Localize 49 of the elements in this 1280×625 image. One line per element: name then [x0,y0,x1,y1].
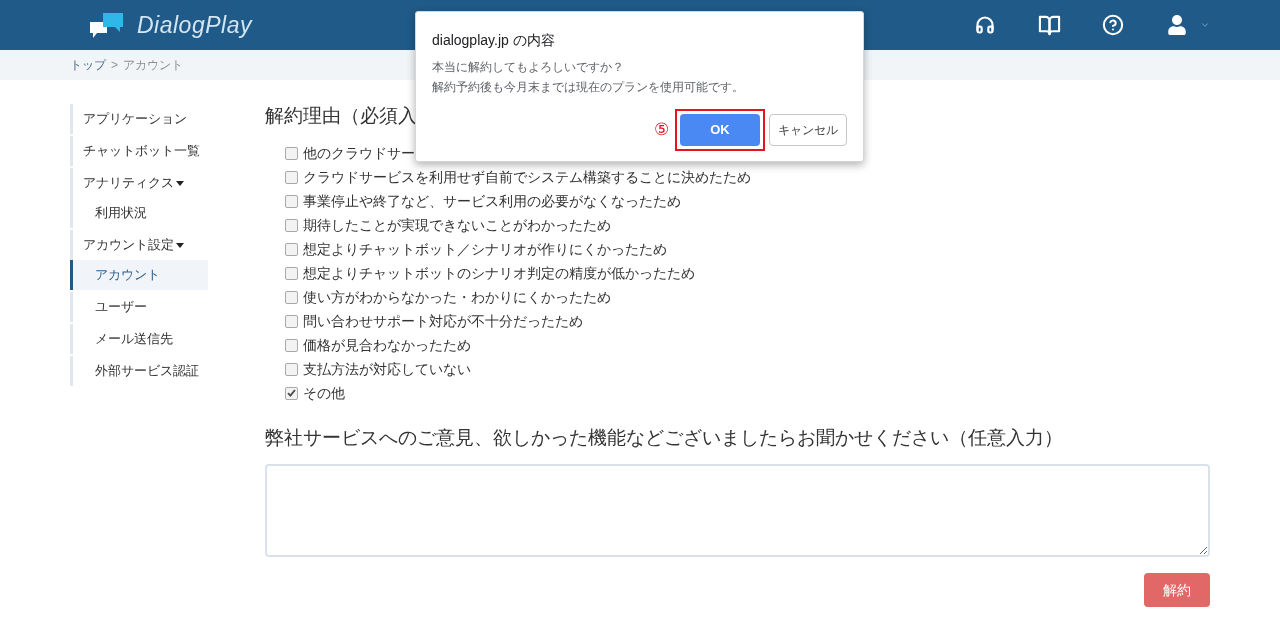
book-icon [1037,13,1061,37]
checkbox[interactable] [285,314,298,328]
checkbox-label: 他のクラウドサー [303,143,415,163]
checkbox[interactable] [285,194,298,208]
checkbox-label: 期待したことが実現できないことがわかったため [303,215,611,235]
checkbox[interactable] [285,218,298,232]
chevron-down-icon [1200,20,1210,30]
sidebar-item[interactable]: アカウント [70,260,208,290]
checkbox-label: 価格が見合わなかったため [303,335,471,355]
breadcrumb-link[interactable]: トップ [70,56,106,74]
logo-icon [90,12,123,38]
checkbox[interactable] [285,386,298,400]
check-icon [287,389,296,397]
feedback-textarea[interactable] [265,464,1210,557]
sidebar-item[interactable]: チャットボット一覧 [70,136,208,166]
checkbox-label: 問い合わせサポート対応が不十分だったため [303,311,583,331]
user-icon [1167,15,1187,35]
sidebar-item[interactable]: アプリケーション [70,104,208,134]
checkbox-label: 事業停止や終了など、サービス利用の必要がなくなったため [303,191,681,211]
help-icon [1102,14,1124,36]
checkbox-label: 想定よりチャットボットのシナリオ判定の精度が低かったため [303,263,695,283]
sidebar-item[interactable]: 外部サービス認証 [70,356,208,386]
sidebar-item[interactable]: アナリティクス [70,168,208,198]
cancel-button[interactable]: キャンセル [769,114,847,146]
dialog-message: 本当に解約してもよろしいですか？ [432,59,625,76]
checkbox-label: その他 [303,383,345,403]
section-heading: 弊社サービスへのご意見、欲しかった機能などございましたらお聞かせください（任意入力） [265,426,1063,450]
headphones-icon [975,15,995,35]
checkbox[interactable] [285,290,298,304]
dialog-title: dialogplay.jp の内容 [432,31,556,50]
sidebar-item[interactable]: ユーザー [70,292,208,322]
sidebar-item[interactable]: メール送信先 [70,324,208,354]
checkbox[interactable] [285,338,298,352]
step-number: ⑤ [654,119,669,142]
checkbox-label: 支払方法が対応していない [303,359,471,379]
checkbox[interactable] [285,242,298,256]
checkbox-label: 使い方がわからなかった・わかりにくかったため [303,287,611,307]
sidebar-item[interactable]: 利用状況 [70,198,208,228]
checkbox[interactable] [285,170,298,184]
checkbox[interactable] [285,266,298,280]
checkbox-label: 想定よりチャットボット／シナリオが作りにくかったため [303,239,667,259]
checkbox-label: クラウドサービスを利用せず自前でシステム構築することに決めたため [303,167,751,187]
dialog-message: 解約予約後も今月末までは現在のプランを使用可能です。 [432,79,745,96]
checkbox[interactable] [285,362,298,376]
breadcrumb-separator: > [111,57,118,74]
section-heading: 解約理由（必須入 [265,104,417,128]
checkbox[interactable] [285,146,298,160]
brand-name: DialogPlay [137,10,252,40]
breadcrumb-current: アカウント [123,57,183,74]
